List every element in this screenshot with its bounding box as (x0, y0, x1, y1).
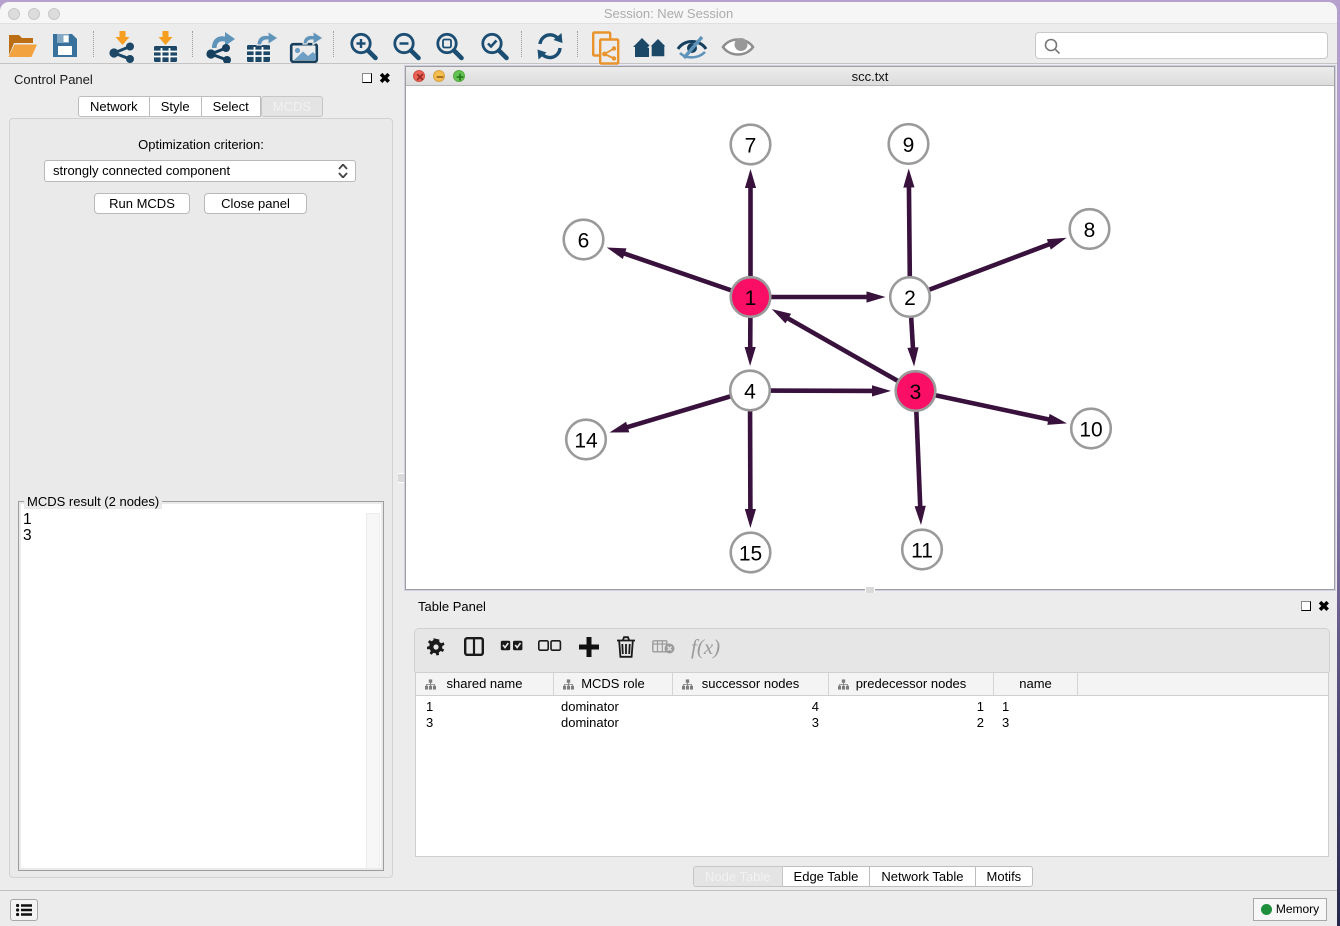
svg-text:11: 11 (911, 540, 933, 563)
svg-text:9: 9 (903, 134, 915, 157)
svg-text:4: 4 (744, 381, 756, 404)
svg-text:2: 2 (904, 287, 916, 310)
svg-text:14: 14 (574, 430, 598, 453)
svg-text:15: 15 (739, 543, 762, 566)
svg-text:7: 7 (745, 135, 757, 158)
svg-text:3: 3 (910, 381, 922, 404)
svg-text:8: 8 (1084, 219, 1096, 242)
svg-text:1: 1 (745, 287, 757, 310)
svg-text:6: 6 (578, 230, 590, 253)
svg-text:10: 10 (1079, 419, 1102, 442)
